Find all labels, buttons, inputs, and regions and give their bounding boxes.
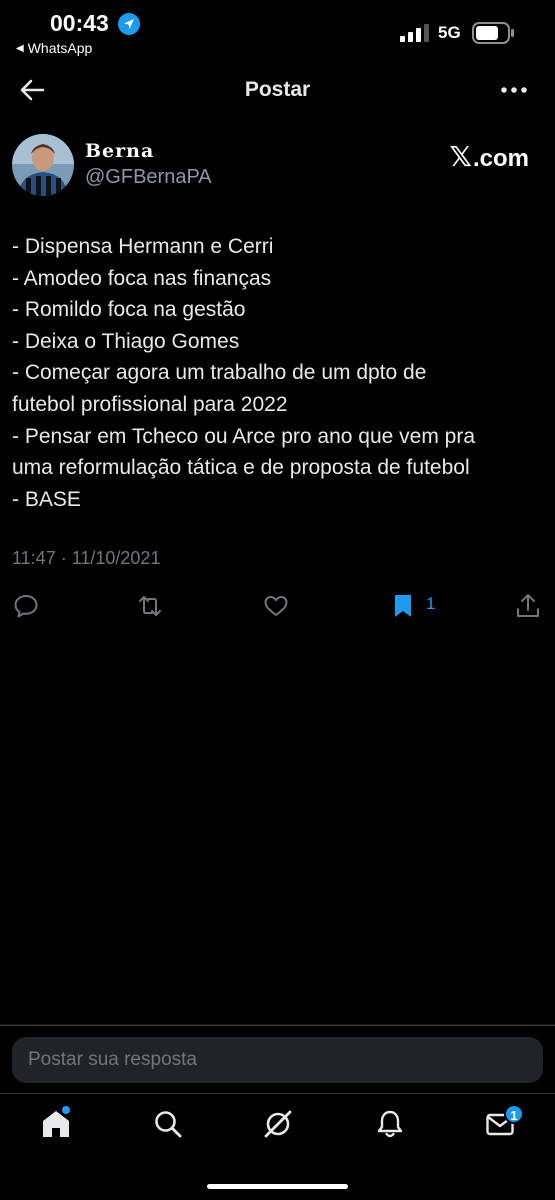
post-line: - Dispensa Hermann e Cerri <box>12 235 274 258</box>
battery-icon <box>472 22 514 44</box>
top-app-bar: Postar <box>0 62 555 118</box>
repost-icon[interactable] <box>136 592 164 620</box>
reply-input[interactable] <box>12 1037 543 1083</box>
grok-icon[interactable] <box>262 1108 294 1140</box>
page-title: Postar <box>244 78 311 101</box>
x-brand-logo: 𝕏 .com <box>449 140 529 173</box>
back-app-label: WhatsApp <box>27 40 93 56</box>
post-line: futebol profissional para 2022 <box>12 392 288 416</box>
post-card: Berna @GFBernaPA 𝕏 .com - Dispensa Herma… <box>0 118 555 1025</box>
author-display-name[interactable]: Berna <box>85 140 154 162</box>
location-arrow-icon <box>118 13 140 35</box>
post-line: - Começar agora um trabalho de um dpto d… <box>12 361 427 385</box>
author-handle[interactable]: @GFBernaPA <box>85 166 212 189</box>
post-line: uma reformulação tática e de proposta de… <box>12 456 470 480</box>
status-bar: 00:43 ◀ WhatsApp 5G <box>0 0 555 62</box>
home-notification-dot <box>62 1106 70 1114</box>
x-logo-icon: 𝕏 <box>449 141 472 172</box>
post-line: - BASE <box>12 487 81 511</box>
status-time: 00:43 <box>50 10 109 36</box>
like-heart-icon[interactable] <box>262 592 290 620</box>
search-icon[interactable] <box>152 1108 184 1140</box>
bookmark-count: 1 <box>426 594 436 613</box>
more-options-icon[interactable] <box>497 76 531 104</box>
notifications-bell-icon[interactable] <box>374 1108 406 1140</box>
post-body: - Dispensa Hermann e Cerri - Amodeo foca… <box>12 231 547 515</box>
post-timestamp: 11:47 · 11/10/2021 <box>12 548 161 568</box>
reply-icon[interactable] <box>12 592 40 620</box>
back-triangle-icon: ◀ <box>16 42 24 54</box>
post-line: - Deixa o Thiago Gomes <box>12 329 240 353</box>
messages-badge: 1 <box>504 1104 524 1124</box>
home-indicator <box>207 1184 348 1189</box>
cellular-signal-icon <box>400 24 429 42</box>
back-to-app-link[interactable]: ◀ WhatsApp <box>16 40 92 56</box>
share-icon[interactable] <box>514 592 542 620</box>
avatar[interactable] <box>12 134 74 196</box>
post-line: - Pensar em Tcheco ou Arce pro ano que v… <box>12 424 476 448</box>
bottom-tab-bar: 1 <box>0 1093 555 1200</box>
post-actions: 1 <box>0 588 555 624</box>
post-line: - Romildo foca na gestão <box>12 298 246 322</box>
network-type: 5G <box>438 23 461 42</box>
reply-composer <box>0 1025 555 1093</box>
bookmark-icon[interactable] <box>389 592 417 620</box>
brand-suffix: .com <box>472 145 529 172</box>
post-line: - Amodeo foca nas finanças <box>12 266 272 290</box>
